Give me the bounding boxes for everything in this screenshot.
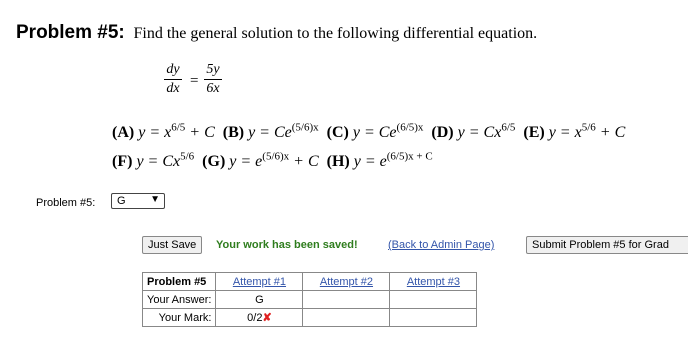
choice-a: (A) y = x6/5 + C — [112, 122, 215, 142]
chevron-down-icon: ▼ — [150, 194, 160, 205]
choice-f: (F) y = Cx5/6 — [112, 151, 195, 171]
choice-e: (E) y = x5/6 + C — [523, 122, 626, 142]
choice-h: (H) y = e(6/5)x + C — [326, 151, 433, 171]
just-save-button[interactable]: Just Save — [142, 236, 203, 254]
choice-exponent: 6/5 — [501, 122, 516, 134]
choice-expression: y = Ce — [352, 124, 397, 142]
mark-value: 0/2 — [247, 312, 263, 324]
choice-label: (G) — [202, 153, 230, 171]
attempt-2-mark — [302, 308, 391, 327]
equals-sign: = — [190, 73, 199, 89]
submit-problem-button[interactable]: Submit Problem #5 for Grad — [526, 236, 688, 254]
table-row: Your Answer: G — [141, 290, 478, 309]
choice-exponent: (6/5)x — [396, 122, 424, 134]
attempt-3-answer — [389, 290, 478, 309]
choice-label: (D) — [431, 124, 458, 142]
choice-exponent: (5/6)x — [262, 151, 290, 163]
choice-expression: y = Ce — [248, 124, 292, 142]
table-row: Problem #5 Attempt #1 Attempt #2 Attempt… — [141, 272, 478, 291]
lhs-fraction: dy dx — [164, 62, 182, 97]
choice-expression: y = x — [548, 124, 582, 142]
table-row: Your Mark: 0/2✘ — [141, 308, 478, 327]
choice-expression: y = e — [353, 153, 387, 171]
your-mark-label: Your Mark: — [141, 308, 217, 327]
attempt-3-link[interactable]: Attempt #3 — [389, 272, 478, 291]
attempt-1-link[interactable]: Attempt #1 — [215, 272, 304, 291]
results-header: Problem #5 — [141, 272, 217, 291]
choice-exponent: (6/5)x + C — [386, 151, 433, 163]
back-to-admin-link[interactable]: (Back to Admin Page) — [388, 239, 494, 251]
choice-exponent: 6/5 — [171, 122, 186, 134]
attempt-2-answer — [302, 290, 391, 309]
choice-expression: y = Cx — [136, 153, 181, 171]
cross-icon: ✘ — [262, 312, 272, 324]
choice-g: (G) y = e(5/6)x + C — [202, 151, 319, 171]
problem-title: Problem #5: Find the general solution to… — [16, 22, 537, 44]
choice-exponent: 5/6 — [180, 151, 195, 163]
choice-label: (B) — [222, 124, 249, 142]
choice-constant: + C — [185, 124, 215, 142]
answer-select[interactable]: G ▼ — [111, 193, 165, 209]
attempt-3-mark — [389, 308, 478, 327]
choice-label: (F) — [112, 153, 137, 171]
choice-c: (C) y = Ce(6/5)x — [326, 122, 424, 142]
problem-text: Find the general solution to the followi… — [133, 25, 538, 42]
choice-label: (E) — [523, 124, 549, 142]
rhs-fraction: 5y 6x — [204, 62, 222, 97]
attempt-1-mark: 0/2✘ — [215, 308, 304, 327]
rhs-denominator: 6x — [206, 81, 220, 96]
choice-constant: + C — [289, 153, 319, 171]
choice-d: (D) y = Cx6/5 — [431, 122, 516, 142]
your-answer-label: Your Answer: — [141, 290, 217, 309]
choices-row-2: (F) y = Cx5/6 (G) y = e(5/6)x + C (H) y = … — [112, 151, 433, 171]
results-table: Problem #5 Attempt #1 Attempt #2 Attempt… — [141, 272, 478, 327]
saved-message: Your work has been saved! — [216, 239, 358, 251]
choice-expression: y = Cx — [457, 124, 502, 142]
choices-row-1: (A) y = x6/5 + C (B) y = Ce(5/6)x (C) y = … — [112, 122, 625, 142]
choice-label: (H) — [326, 153, 354, 171]
attempt-2-link[interactable]: Attempt #2 — [302, 272, 391, 291]
answer-label: Problem #5: — [36, 197, 96, 209]
choice-label: (C) — [326, 124, 353, 142]
choice-b: (B) y = Ce(5/6)x — [222, 122, 319, 142]
attempt-1-answer: G — [215, 290, 304, 309]
rhs-numerator: 5y — [206, 62, 220, 77]
answer-selected-value: G — [117, 195, 126, 207]
choice-constant: + C — [595, 124, 626, 142]
choice-exponent: (5/6)x — [291, 122, 319, 134]
lhs-denominator: dx — [166, 81, 180, 96]
choice-expression: y = x — [138, 124, 172, 142]
choice-label: (A) — [112, 124, 139, 142]
choice-exponent: 5/6 — [581, 122, 596, 134]
lhs-numerator: dy — [166, 62, 180, 77]
choice-expression: y = e — [229, 153, 263, 171]
problem-heading: Problem #5: — [16, 22, 125, 43]
